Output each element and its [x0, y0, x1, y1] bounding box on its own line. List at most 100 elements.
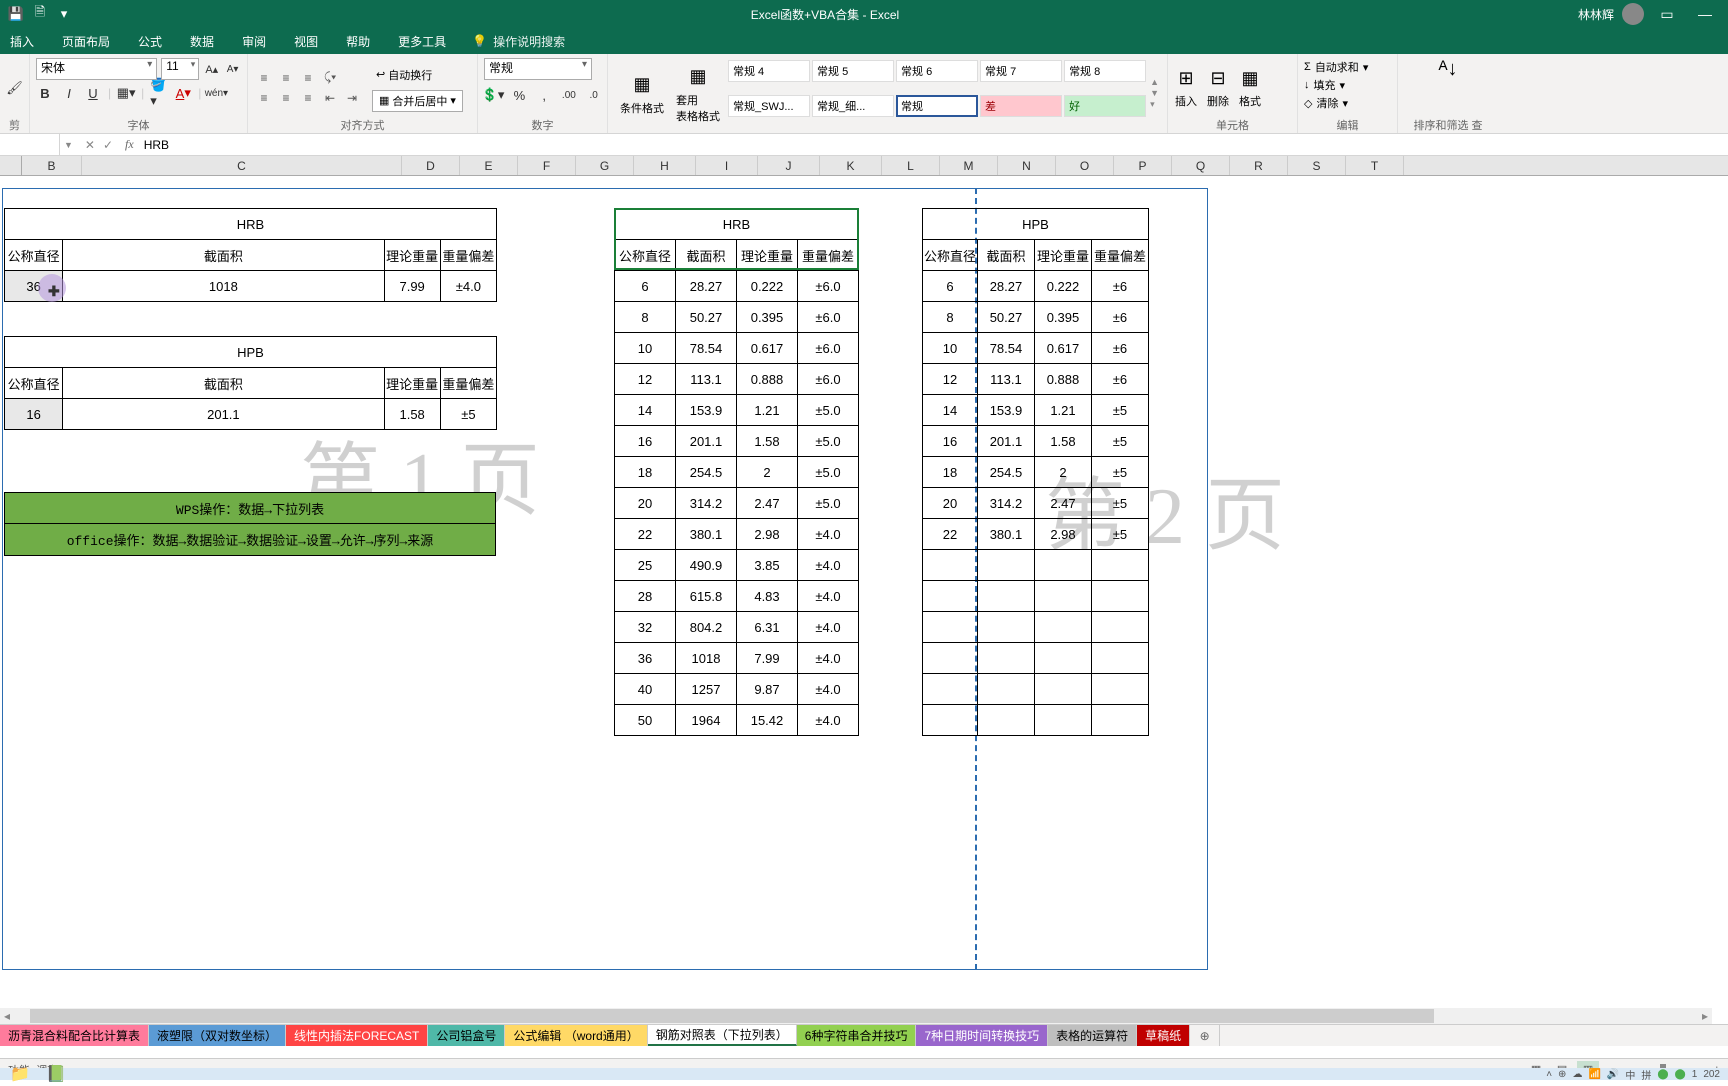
excel-app-icon[interactable]: 📗 [44, 1062, 68, 1086]
volume-icon[interactable]: 🔊 [1607, 1069, 1619, 1080]
tell-me[interactable]: 💡 操作说明搜索 [472, 33, 565, 50]
style-item[interactable]: 差 [980, 95, 1062, 117]
align-top-icon[interactable]: ≡ [254, 69, 274, 87]
sheet-tab[interactable]: 液塑限（双对数坐标） [149, 1025, 286, 1046]
gallery-down-icon[interactable]: ▼ [1150, 88, 1159, 98]
col-header[interactable]: R [1230, 156, 1288, 175]
col-header[interactable]: F [518, 156, 576, 175]
col-header[interactable]: H [634, 156, 696, 175]
font-size-select[interactable]: 11 [161, 58, 199, 80]
tab-data[interactable]: 数据 [188, 29, 216, 54]
merge-center-button[interactable]: ▦合并后居中▾ [372, 90, 463, 112]
sheet-tab[interactable]: 沥青混合料配合比计算表 [0, 1025, 149, 1046]
tray-icon[interactable]: ⬤ [1657, 1069, 1668, 1080]
insert-cells-button[interactable]: ⊞插入 [1174, 67, 1198, 109]
style-item[interactable]: 常规_细... [812, 95, 894, 117]
col-header[interactable]: J [758, 156, 820, 175]
indent-inc-icon[interactable]: ⇥ [342, 89, 362, 107]
underline-icon[interactable]: U [84, 84, 102, 102]
align-middle-icon[interactable]: ≡ [276, 69, 296, 87]
style-item[interactable]: 常规 5 [812, 60, 894, 82]
minimize-icon[interactable]: — [1690, 6, 1720, 22]
align-right-icon[interactable]: ≡ [298, 89, 318, 107]
col-header[interactable]: G [576, 156, 634, 175]
horizontal-scrollbar[interactable]: ◂ ▸ [0, 1008, 1712, 1024]
select-all-corner[interactable] [0, 156, 22, 175]
clear-button[interactable]: ◇清除▾ [1304, 94, 1391, 112]
increase-font-icon[interactable]: A▴ [203, 60, 220, 78]
bold-icon[interactable]: B [36, 84, 54, 102]
border-icon[interactable]: ▦▾ [117, 84, 135, 102]
new-sheet-button[interactable]: ⊕ [1190, 1025, 1220, 1046]
comma-icon[interactable]: , [537, 86, 552, 104]
tab-review[interactable]: 审阅 [240, 29, 268, 54]
align-center-icon[interactable]: ≡ [276, 89, 296, 107]
tab-help[interactable]: 帮助 [344, 29, 372, 54]
worksheet-grid[interactable]: 第 1 页 第 2 页 HRB 公称直径 截面积 理论重量 重量偏差 36 10… [0, 176, 1728, 1020]
style-item[interactable]: 常规 [896, 95, 978, 117]
col-header[interactable]: B [22, 156, 82, 175]
col-header[interactable]: I [696, 156, 758, 175]
col-header[interactable]: L [882, 156, 940, 175]
tab-formulas[interactable]: 公式 [136, 29, 164, 54]
font-color-icon[interactable]: A▾ [174, 84, 192, 102]
phonetic-icon[interactable]: wén▾ [207, 84, 225, 102]
cancel-formula-icon[interactable]: ✕ [85, 138, 95, 152]
delete-cells-button[interactable]: ⊟删除 [1206, 67, 1230, 109]
col-header[interactable]: O [1056, 156, 1114, 175]
tab-more[interactable]: 更多工具 [396, 29, 448, 54]
sheet-tab[interactable]: 公司铝盒号 [428, 1025, 505, 1046]
style-item[interactable]: 常规 4 [728, 60, 810, 82]
tray-chevron-icon[interactable]: ˄ [1546, 1069, 1552, 1080]
sheet-tab[interactable]: 表格的运算符 [1048, 1025, 1137, 1046]
col-header[interactable]: N [998, 156, 1056, 175]
col-header[interactable]: C [82, 156, 402, 175]
sheet-tab[interactable]: 7种日期时间转换技巧 [916, 1025, 1048, 1046]
autosum-button[interactable]: Σ自动求和▾ [1304, 58, 1391, 76]
align-bottom-icon[interactable]: ≡ [298, 69, 318, 87]
paste-icon[interactable]: 🖌 [6, 79, 23, 97]
cell-styles-gallery[interactable]: 常规 4 常规 5 常规 6 常规 7 常规 8 常规_SWJ... 常规_细.… [726, 58, 1148, 129]
tray-icon[interactable]: ⬤ [1675, 1069, 1686, 1080]
qat-dropdown-icon[interactable]: ▾ [56, 6, 72, 22]
tray-icon[interactable]: ☁ [1572, 1069, 1582, 1080]
sheet-tab-active[interactable]: 钢筋对照表（下拉列表） [648, 1025, 797, 1046]
gallery-up-icon[interactable]: ▲ [1150, 77, 1159, 87]
col-header[interactable]: Q [1172, 156, 1230, 175]
tray-icon[interactable]: ⊕ [1558, 1069, 1566, 1080]
scroll-thumb[interactable] [30, 1009, 1434, 1023]
accept-formula-icon[interactable]: ✓ [103, 138, 113, 152]
ime-icon[interactable]: 拼 [1641, 1067, 1651, 1082]
explorer-icon[interactable]: 📁 [8, 1062, 32, 1086]
decrease-font-icon[interactable]: A▾ [224, 60, 241, 78]
scroll-left-icon[interactable]: ◂ [0, 1009, 14, 1023]
style-item[interactable]: 常规_SWJ... [728, 95, 810, 117]
col-header[interactable]: K [820, 156, 882, 175]
italic-icon[interactable]: I [60, 84, 78, 102]
table-format-button[interactable]: ▦套用 表格格式 [670, 58, 726, 129]
fill-color-icon[interactable]: 🪣▾ [150, 84, 168, 102]
sheet-tab[interactable]: 草稿纸 [1137, 1025, 1190, 1046]
sheet-tab[interactable]: 6种字符串合并技巧 [797, 1025, 917, 1046]
tab-layout[interactable]: 页面布局 [60, 29, 112, 54]
indent-dec-icon[interactable]: ⇤ [320, 89, 340, 107]
align-left-icon[interactable]: ≡ [254, 89, 274, 107]
fx-icon[interactable]: fx [121, 137, 138, 152]
ime-icon[interactable]: 中 [1625, 1067, 1635, 1082]
col-header[interactable]: P [1114, 156, 1172, 175]
style-item[interactable]: 常规 6 [896, 60, 978, 82]
style-item[interactable]: 好 [1064, 95, 1146, 117]
namebox-dropdown-icon[interactable]: ▼ [60, 140, 77, 150]
sort-filter-icon[interactable]: ᴬ↓ [1438, 58, 1457, 81]
fill-button[interactable]: ↓填充▾ [1304, 76, 1391, 94]
sheet-tab[interactable]: 公式编辑 （word通用） [505, 1025, 647, 1046]
scroll-right-icon[interactable]: ▸ [1698, 1009, 1712, 1023]
number-format-select[interactable]: 常规 [484, 58, 592, 80]
gallery-more-icon[interactable]: ▾ [1150, 99, 1159, 110]
formula-input[interactable]: HRB [138, 138, 1728, 152]
style-item[interactable]: 常规 7 [980, 60, 1062, 82]
avatar[interactable] [1622, 3, 1644, 25]
diameter-input-cell[interactable]: 16 [5, 399, 63, 430]
orientation-icon[interactable]: ⤹▾ [320, 69, 340, 87]
col-header[interactable]: T [1346, 156, 1404, 175]
